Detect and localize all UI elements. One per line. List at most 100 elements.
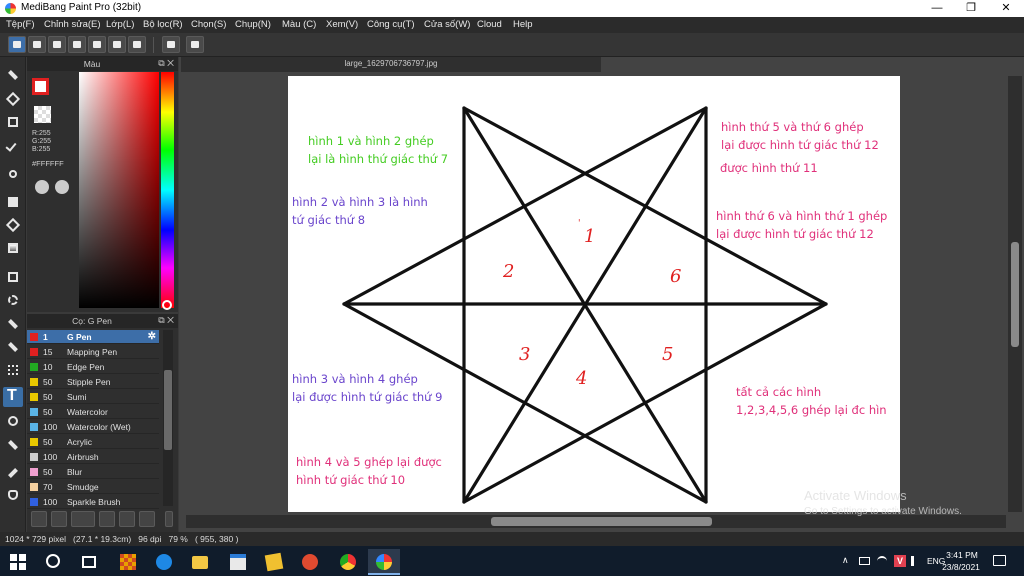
select-pen-tool-icon[interactable] [3,337,23,357]
photos-app-icon[interactable] [112,549,144,575]
grid-icon[interactable] [128,36,146,53]
maximize-button[interactable]: ❐ [954,0,988,17]
panel-float-close-icons[interactable]: ⧉ ✕ [158,315,174,326]
lasso-tool-icon[interactable] [3,290,23,310]
saturation-value-picker[interactable] [79,72,159,308]
select-eraser-tool-icon[interactable] [3,360,23,380]
foreground-color-swatch[interactable] [32,78,49,95]
page-icon[interactable] [88,36,106,53]
close-button[interactable]: ✕ [989,0,1023,17]
gradient-tool-icon[interactable] [3,238,23,258]
list-icon[interactable] [108,36,126,53]
brush-item[interactable]: 100 Airbrush [27,450,159,464]
menu-select[interactable]: Chọn(S) [191,19,226,30]
brush-item[interactable]: 50 Sumi [27,390,159,404]
brush-settings-icon[interactable] [99,511,115,527]
minimize-button[interactable]: — [920,0,954,17]
sticky-app-icon[interactable] [258,549,290,575]
brush-item[interactable]: 50 Blur [27,465,159,479]
check-tool-icon[interactable] [3,136,23,156]
clock-time[interactable]: 3:41 PM [944,550,980,560]
panel-resize-icon[interactable] [165,511,173,527]
menu-file[interactable]: Tệp(F) [6,19,35,30]
redo-icon[interactable] [186,36,204,53]
hue-handle[interactable] [162,300,172,310]
operation-tool-icon[interactable] [3,411,23,431]
palette-icon[interactable] [35,180,49,194]
rgb-readout: R:255 G:255 B:255 [32,130,51,154]
chat-icon[interactable] [68,36,86,53]
menu-snap[interactable]: Chụp(N) [235,19,271,30]
medibang-taskbar-icon[interactable] [368,549,400,575]
store-icon[interactable] [222,549,254,575]
move-tool-icon[interactable] [3,164,23,184]
windows-start-icon[interactable] [2,549,34,575]
antivirus-icon[interactable]: V [894,555,906,567]
share-icon[interactable] [28,36,46,53]
wifi-icon[interactable] [877,556,887,566]
chrome-browser-icon[interactable] [332,549,364,575]
brush-item[interactable]: 1 G Pen ✲ [27,330,159,344]
brush-size: 70 [43,482,53,492]
menu-window[interactable]: Cửa số(W) [424,19,470,30]
vertical-scroll-thumb[interactable] [1011,242,1019,347]
clock-date[interactable]: 23/8/2021 [940,562,982,572]
brush-list-scroll-thumb[interactable] [164,370,172,450]
brush-item[interactable]: 70 Smudge [27,480,159,494]
new-brush-icon[interactable] [51,511,67,527]
volume-icon[interactable] [911,556,921,566]
edge-browser-icon[interactable] [148,549,180,575]
brush-item[interactable]: 10 Edge Pen [27,360,159,374]
menu-help[interactable]: Help [513,19,533,30]
background-color-swatch[interactable] [34,106,51,123]
fill-rect-tool-icon[interactable] [3,192,23,212]
menu-filter[interactable]: Bộ lọc(R) [143,19,183,30]
annotation-note: được hình thứ 11 [720,161,818,175]
document-tab[interactable]: large_1629706736797.jpg [181,57,601,72]
menu-tools[interactable]: Công cụ(T) [367,19,415,30]
text-tool-icon[interactable]: T [3,387,23,407]
vertical-scrollbar[interactable] [1008,76,1022,512]
eraser-tool-icon[interactable] [3,89,23,109]
hue-slider[interactable] [161,72,174,308]
brush-item[interactable]: 100 Watercolor (Wet) [27,420,159,434]
brush-item[interactable]: 50 Acrylic [27,435,159,449]
palette-add-icon[interactable] [55,180,69,194]
duplicate-icon[interactable] [139,511,155,527]
menu-view[interactable]: Xem(V) [326,19,358,30]
brush-item[interactable]: 50 Stipple Pen [27,375,159,389]
tray-overflow-icon[interactable]: ∧ [842,555,849,566]
brush-item[interactable]: 50 Watercolor [27,405,159,419]
menu-color[interactable]: Màu (C) [282,19,316,30]
battery-icon[interactable] [859,557,870,565]
add-brush-dropdown-icon[interactable] [71,511,95,527]
cloud-download-icon[interactable] [31,511,47,527]
cloud-icon[interactable] [8,36,26,53]
task-view-icon[interactable] [74,549,106,575]
menu-layer[interactable]: Lớp(L) [106,19,134,30]
brush-item[interactable]: 15 Mapping Pen [27,345,159,359]
rectangle-tool-icon[interactable] [3,112,23,132]
file-explorer-icon[interactable] [184,549,216,575]
menu-cloud[interactable]: Cloud [477,19,502,30]
red-app-icon[interactable] [294,549,326,575]
menu-edit[interactable]: Chỉnh sửa(E) [44,19,101,30]
search-icon[interactable] [38,549,70,575]
bucket-tool-icon[interactable] [3,215,23,235]
drawing-canvas[interactable]: 1 2 3 4 5 6 ' hình 1 và hình 2 ghép lại … [288,76,900,512]
undo-icon[interactable] [162,36,180,53]
select-rect-tool-icon[interactable] [3,267,23,287]
brush-item[interactable]: 100 Sparkle Brush [27,495,159,509]
folder-icon[interactable] [119,511,135,527]
eyedropper-tool-icon[interactable] [3,462,23,482]
comment-icon[interactable] [48,36,66,53]
panel-float-close-icons[interactable]: ⧉ ✕ [158,58,174,69]
notifications-icon[interactable] [993,555,1006,566]
brush-settings-gear-icon[interactable]: ✲ [148,331,156,342]
brush-tool-icon[interactable] [3,65,23,85]
hand-tool-icon[interactable] [3,485,23,505]
dropper-tool-icon[interactable] [3,435,23,455]
brush-list-scrollbar[interactable] [163,330,173,506]
magic-wand-tool-icon[interactable] [3,313,23,333]
horizontal-scroll-thumb[interactable] [491,517,712,526]
